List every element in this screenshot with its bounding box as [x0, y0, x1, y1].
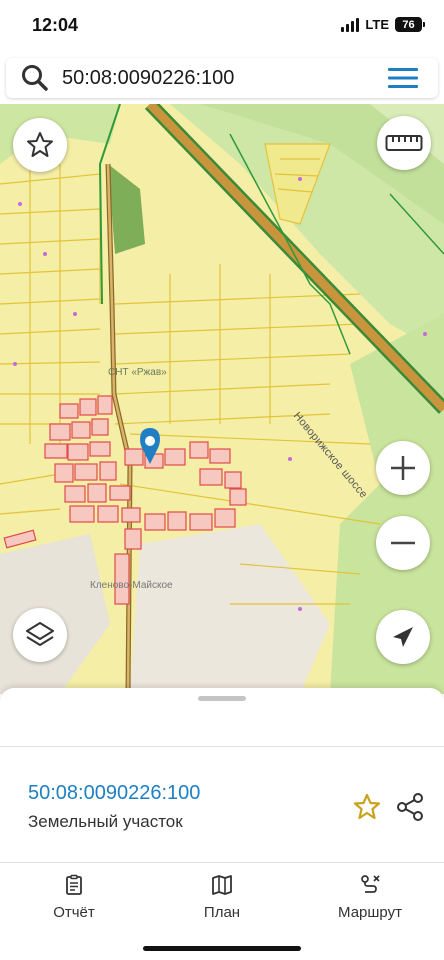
search-bar[interactable]: 50:08:0090226:100: [6, 58, 438, 98]
star-outline-icon: [27, 132, 53, 157]
status-time: 12:04: [32, 15, 79, 35]
tab-label: Отчёт: [53, 904, 95, 921]
share-icon[interactable]: [396, 792, 424, 822]
parcel-type: Земельный участок: [28, 812, 183, 831]
tab-plan[interactable]: План: [162, 874, 282, 921]
tab-report[interactable]: Отчёт: [14, 874, 134, 921]
map-canvas[interactable]: [0, 104, 444, 694]
battery-icon: 76: [395, 17, 425, 32]
network-type: LTE: [365, 17, 389, 32]
layers-button[interactable]: [13, 608, 67, 662]
divider: [0, 862, 444, 863]
navigation-arrow-icon: [393, 627, 413, 647]
report-icon: [66, 874, 82, 895]
favorites-button[interactable]: [13, 118, 67, 172]
star-outline-icon[interactable]: [352, 792, 382, 822]
parcel-number[interactable]: 50:08:0090226:100: [28, 782, 200, 805]
divider: [0, 746, 444, 747]
zoom-in-button[interactable]: [376, 441, 430, 495]
battery-level: 76: [402, 18, 415, 31]
village-label: Кленово-Майское: [90, 580, 173, 591]
home-indicator[interactable]: [143, 946, 301, 951]
plus-icon: [391, 456, 415, 480]
search-input[interactable]: 50:08:0090226:100: [62, 67, 386, 90]
minus-icon: [391, 541, 415, 545]
tab-route[interactable]: Маршрут: [310, 874, 430, 921]
layers-icon: [26, 622, 54, 646]
map-view[interactable]: СНТ «Ржав» Кленово-Майское Новорижское ш…: [0, 104, 444, 694]
ruler-icon: [385, 135, 423, 151]
tab-label: План: [203, 904, 241, 921]
status-bar: 12:04 LTE 76: [0, 0, 444, 54]
zoom-out-button[interactable]: [376, 516, 430, 570]
hamburger-menu-icon[interactable]: [386, 66, 420, 90]
ruler-button[interactable]: [377, 116, 431, 170]
signal-icon: [341, 17, 360, 32]
my-location-button[interactable]: [376, 610, 430, 664]
map-plan-icon: [212, 875, 232, 895]
parcel-info-sheet[interactable]: 50:08:0090226:100 Земельный участок: [0, 688, 444, 864]
sheet-drag-handle[interactable]: [198, 696, 246, 701]
route-icon: [361, 875, 380, 893]
tab-label: Маршрут: [338, 904, 402, 921]
search-icon[interactable]: [20, 63, 50, 93]
village-label-top: СНТ «Ржав»: [108, 367, 167, 378]
status-indicators: LTE 76: [341, 17, 425, 32]
